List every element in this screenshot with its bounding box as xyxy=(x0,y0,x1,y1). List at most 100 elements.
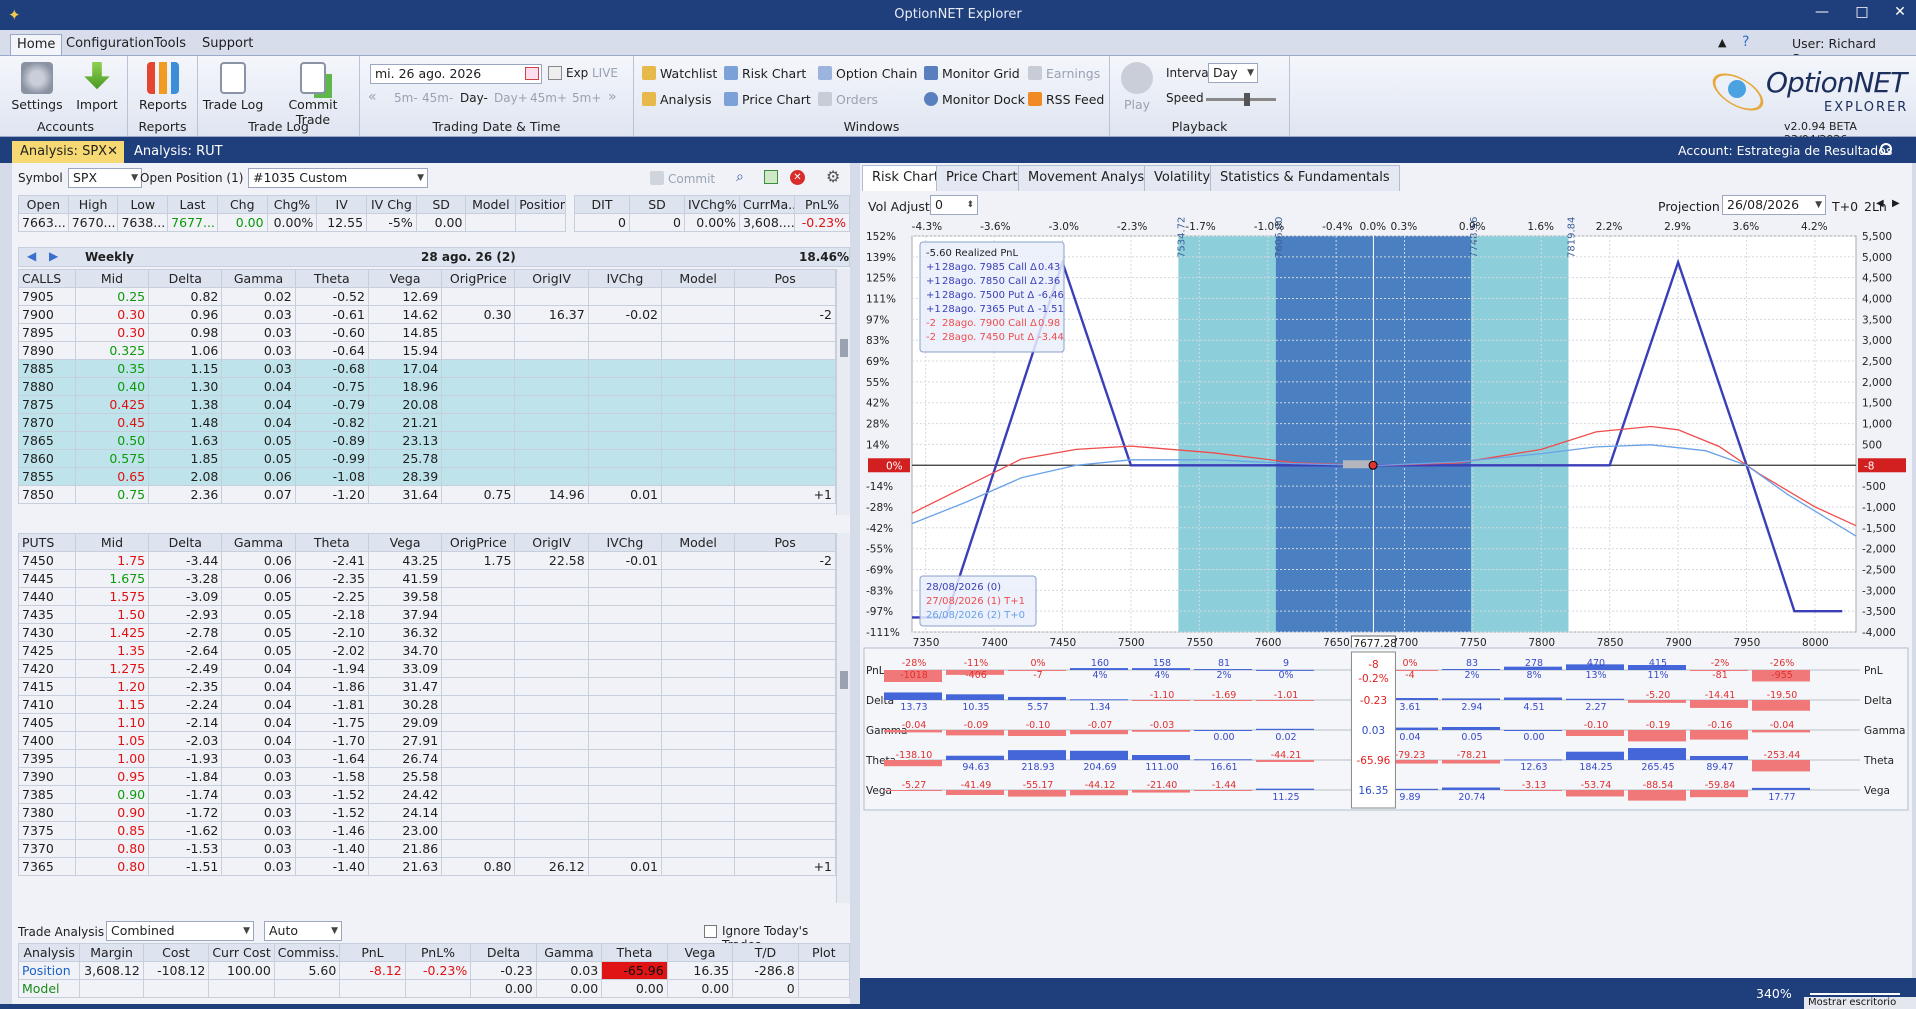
tab-volatility[interactable]: Volatility xyxy=(1144,165,1221,191)
rss-feed-button[interactable]: RSS Feed xyxy=(1028,92,1104,107)
rewind-icon[interactable]: « xyxy=(368,89,377,105)
table-row[interactable]: 7440 1.575 -3.09 0.05 -2.25 39.58 xyxy=(18,587,836,606)
analysis-name[interactable]: Model xyxy=(17,979,81,998)
chain-cell[interactable]: 0.425 xyxy=(74,395,150,414)
chain-cell[interactable] xyxy=(734,449,836,468)
trade-analysis-mode-select[interactable]: Combined ▼ xyxy=(106,921,254,941)
puts-scrollbar[interactable] xyxy=(836,533,850,903)
table-row[interactable]: 7880 0.40 1.30 0.04 -0.75 18.96 xyxy=(18,377,836,396)
ribbon-tab-tools[interactable]: Tools xyxy=(148,34,192,56)
account-menu-icon[interactable] xyxy=(1880,143,1892,155)
chain-cell[interactable]: 0.25 xyxy=(74,287,150,306)
chain-cell[interactable] xyxy=(734,605,836,624)
search-icon[interactable]: ⌕ xyxy=(736,169,744,185)
chain-cell[interactable] xyxy=(734,467,836,486)
chain-cell[interactable] xyxy=(734,785,836,804)
ignore-today-checkbox[interactable] xyxy=(704,925,717,938)
chain-cell[interactable]: 0.85 xyxy=(74,821,150,840)
chain-cell[interactable]: 1.50 xyxy=(74,605,150,624)
table-row[interactable]: 7380 0.90 -1.72 0.03 -1.52 24.14 xyxy=(18,803,836,822)
risk-chart[interactable]: 7534.72 7819.847606.00 7748.567350 7400 7450… xyxy=(860,214,1912,974)
chain-cell[interactable]: 1.425 xyxy=(74,623,150,642)
table-row[interactable]: 7375 0.85 -1.62 0.03 -1.46 23.00 xyxy=(18,821,836,840)
commit-button[interactable]: Commit xyxy=(650,171,715,186)
monitor-grid-button[interactable]: Monitor Grid xyxy=(924,66,1020,81)
step-day-fwd[interactable]: Day+ xyxy=(494,91,528,105)
table-row[interactable]: 7425 1.35 -2.64 0.05 -2.02 34.70 xyxy=(18,641,836,660)
table-row[interactable]: 7420 1.275 -2.49 0.04 -1.94 33.09 xyxy=(18,659,836,678)
zoom-slider[interactable] xyxy=(1810,993,1900,995)
chain-cell[interactable] xyxy=(734,659,836,678)
chain-cell[interactable]: 0.80 xyxy=(74,839,150,858)
chain-cell[interactable]: 0.75 xyxy=(74,485,150,504)
table-row[interactable]: 7390 0.95 -1.84 0.03 -1.58 25.58 xyxy=(18,767,836,786)
table-row[interactable]: 7885 0.35 1.15 0.03 -0.68 17.04 xyxy=(18,359,836,378)
chain-cell[interactable]: 0.35 xyxy=(74,359,150,378)
chain-cell[interactable]: 1.35 xyxy=(74,641,150,660)
import-button[interactable]: Import xyxy=(66,62,128,112)
chain-cell[interactable]: 0.50 xyxy=(74,431,150,450)
chain-cell[interactable]: 1.05 xyxy=(74,731,150,750)
chain-cell[interactable]: 1.10 xyxy=(74,713,150,732)
chain-cell[interactable]: 0.30 xyxy=(74,305,150,324)
chain-cell[interactable] xyxy=(734,695,836,714)
table-row[interactable]: 7365 0.80 -1.51 0.03 -1.40 21.63 0.80 26.12 0.01… xyxy=(18,857,836,876)
chain-cell[interactable]: 0.575 xyxy=(74,449,150,468)
delete-icon[interactable]: ✕ xyxy=(790,170,805,185)
ribbon-tab-home[interactable]: Home xyxy=(10,34,63,56)
table-row[interactable]: 7905 0.25 0.82 0.02 -0.52 12.69 xyxy=(18,287,836,306)
chain-cell[interactable]: 0.30 xyxy=(74,323,150,342)
chain-cell[interactable]: 1.575 xyxy=(74,587,150,606)
chain-cell[interactable]: 1.675 xyxy=(74,569,150,588)
reports-button[interactable]: Reports xyxy=(132,62,194,112)
help-icon[interactable]: ? xyxy=(1742,34,1749,50)
doc-tab-analysis-spx[interactable]: Analysis: SPX ✕ xyxy=(12,141,124,163)
chain-cell[interactable] xyxy=(734,839,836,858)
chain-cell[interactable] xyxy=(734,587,836,606)
table-row[interactable]: 7895 0.30 0.98 0.03 -0.60 14.85 xyxy=(18,323,836,342)
gear-icon[interactable]: ⚙ xyxy=(826,167,840,186)
ta-cell[interactable] xyxy=(797,979,851,998)
table-row[interactable]: 7850 0.75 2.36 0.07 -1.20 31.64 0.75 14.96 0.01 +… xyxy=(18,485,836,504)
live-label[interactable]: LIVE xyxy=(592,66,618,80)
chain-cell[interactable] xyxy=(734,713,836,732)
calendar-icon[interactable] xyxy=(525,67,539,80)
chain-cell[interactable] xyxy=(734,341,836,360)
chain-cell[interactable]: 1.75 xyxy=(74,551,150,570)
watchlist-button[interactable]: Watchlist xyxy=(642,66,717,81)
step-5m-fwd[interactable]: 5m+ xyxy=(572,91,601,105)
symbol-select[interactable]: SPX ▼ xyxy=(68,168,142,188)
slider-thumb[interactable] xyxy=(1244,93,1250,106)
table-row[interactable]: 7860 0.575 1.85 0.05 -0.99 25.78 xyxy=(18,449,836,468)
settings-button[interactable]: Settings xyxy=(6,62,68,112)
chain-cell[interactable]: 0.325 xyxy=(74,341,150,360)
table-row[interactable]: 7430 1.425 -2.78 0.05 -2.10 36.32 xyxy=(18,623,836,642)
table-row[interactable]: 7865 0.50 1.63 0.05 -0.89 23.13 xyxy=(18,431,836,450)
ribbon-tab-support[interactable]: Support xyxy=(196,34,259,56)
chain-cell[interactable] xyxy=(734,377,836,396)
prev-lines-icon[interactable]: ◀ xyxy=(1876,198,1884,209)
chain-cell[interactable] xyxy=(734,749,836,768)
tab-statistics[interactable]: Statistics & Fundamentals xyxy=(1210,165,1400,191)
table-row[interactable]: 7435 1.50 -2.93 0.05 -2.18 37.94 xyxy=(18,605,836,624)
table-row[interactable]: 7900 0.30 0.96 0.03 -0.61 14.62 0.30 16.37 -0.02… xyxy=(18,305,836,324)
table-row[interactable]: 7370 0.80 -1.53 0.03 -1.40 21.86 xyxy=(18,839,836,858)
ta-cell[interactable] xyxy=(797,961,851,980)
option-chain-button[interactable]: Option Chain xyxy=(818,66,917,81)
table-row[interactable]: 7415 1.20 -2.35 0.04 -1.86 31.47 xyxy=(18,677,836,696)
vol-adjust-input[interactable]: 0 ⬍ xyxy=(930,195,978,215)
chain-cell[interactable]: 1.275 xyxy=(74,659,150,678)
table-row[interactable]: 7450 1.75 -3.44 0.06 -2.41 43.25 1.75 22.58 -0.0… xyxy=(18,551,836,570)
table-row[interactable]: 7395 1.00 -1.93 0.03 -1.64 26.74 xyxy=(18,749,836,768)
projection-date-input[interactable]: 26/08/2026 ▼ xyxy=(1722,195,1826,215)
chain-cell[interactable] xyxy=(734,569,836,588)
chain-cell[interactable] xyxy=(734,413,836,432)
table-row[interactable]: 7405 1.10 -2.14 0.04 -1.75 29.09 xyxy=(18,713,836,732)
step-day-back[interactable]: Day- xyxy=(460,91,488,105)
chain-cell[interactable]: 0.95 xyxy=(74,767,150,786)
chain-cell[interactable] xyxy=(734,677,836,696)
step-45m-back[interactable]: 45m- xyxy=(422,91,453,105)
table-row[interactable]: 7410 1.15 -2.24 0.04 -1.81 30.28 xyxy=(18,695,836,714)
chain-cell[interactable]: -2 xyxy=(734,551,836,570)
orders-button[interactable]: Orders xyxy=(818,92,878,107)
